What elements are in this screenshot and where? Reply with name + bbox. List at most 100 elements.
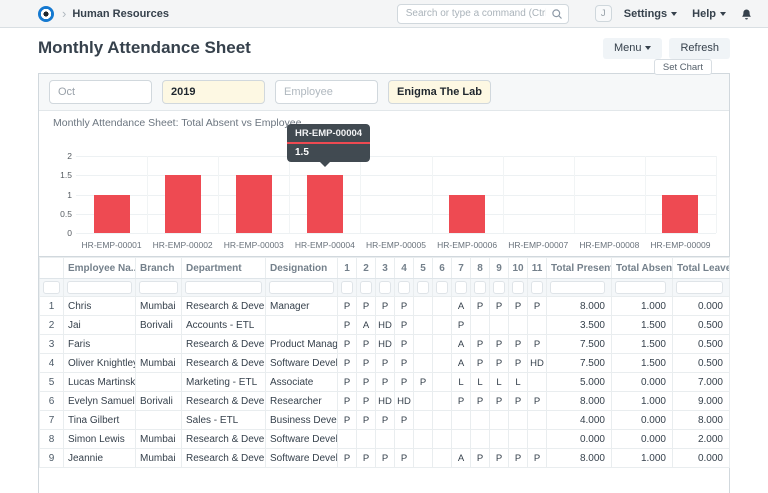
cell-day-status: P <box>395 354 414 373</box>
cell-designation: Manager <box>266 297 338 316</box>
avatar[interactable]: J <box>595 5 612 22</box>
cell-designation: Business Develo... <box>266 411 338 430</box>
cell-branch: Borivali <box>136 392 182 411</box>
cell-day-status <box>338 430 357 449</box>
page-title: Monthly Attendance Sheet <box>38 38 251 58</box>
chart-bar-hr-emp-00001[interactable] <box>94 195 130 234</box>
column-header-total-leaves[interactable]: Total Leaves <box>673 258 730 279</box>
column-header-total-present[interactable]: Total Present <box>547 258 612 279</box>
cell-day-status <box>433 392 452 411</box>
employee-filter-input[interactable] <box>275 80 378 104</box>
chart-gridline-v <box>716 156 717 233</box>
cell-department: Research & Develop... <box>182 430 266 449</box>
set-chart-button[interactable]: Set Chart <box>654 59 712 75</box>
chart-gridline-v <box>218 156 219 233</box>
column-header-day-3[interactable]: 3 <box>376 258 395 279</box>
year-filter-input[interactable] <box>162 80 265 104</box>
cell-employee-name: Faris <box>64 335 136 354</box>
cell-employee-name: Tina Gilbert <box>64 411 136 430</box>
column-header-day-1[interactable]: 1 <box>338 258 357 279</box>
cell-day-status: P <box>490 392 509 411</box>
chart-x-label: HR-EMP-00003 <box>218 240 289 250</box>
column-header-day-4[interactable]: 4 <box>395 258 414 279</box>
column-filter-input[interactable] <box>398 281 410 294</box>
cell-day-status <box>509 430 528 449</box>
chart-x-label: HR-EMP-00004 <box>289 240 360 250</box>
cell-day-status <box>376 430 395 449</box>
column-header-day-10[interactable]: 10 <box>509 258 528 279</box>
column-filter-input[interactable] <box>493 281 505 294</box>
column-header-day-5[interactable]: 5 <box>414 258 433 279</box>
row-index: 5 <box>40 373 64 392</box>
column-header-branch[interactable]: Branch <box>136 258 182 279</box>
cell-day-status: P <box>357 449 376 468</box>
app-logo-icon[interactable] <box>38 6 54 22</box>
chart-gridline-v <box>432 156 433 233</box>
chart-bar-hr-emp-00009[interactable] <box>662 195 698 234</box>
column-filter-input[interactable] <box>417 281 429 294</box>
column-header-employee-name[interactable]: Employee Na... <box>64 258 136 279</box>
notifications-bell-icon[interactable] <box>741 8 752 20</box>
cell-branch: Mumbai <box>136 430 182 449</box>
month-filter-input[interactable] <box>49 80 152 104</box>
company-filter-input[interactable] <box>388 80 491 104</box>
column-filter-input[interactable] <box>139 281 178 294</box>
column-filter-input[interactable] <box>676 281 723 294</box>
column-filter-input[interactable] <box>615 281 666 294</box>
column-filter-input[interactable] <box>360 281 372 294</box>
chart-bar-hr-emp-00004[interactable] <box>307 175 343 233</box>
help-menu[interactable]: Help <box>692 8 726 20</box>
column-filter-input[interactable] <box>185 281 262 294</box>
column-filter-input[interactable] <box>550 281 605 294</box>
filter-cell <box>357 279 376 297</box>
cell-day-status: P <box>471 354 490 373</box>
row-index: 3 <box>40 335 64 354</box>
column-header-day-9[interactable]: 9 <box>490 258 509 279</box>
search-input[interactable] <box>397 4 569 24</box>
chevron-down-icon <box>671 12 677 16</box>
chart-bar-hr-emp-00006[interactable] <box>449 195 485 234</box>
chart-plot-area: 21.510.50HR-EMP-00001HR-EMP-00002HR-EMP-… <box>76 156 716 233</box>
cell-day-status: P <box>528 449 547 468</box>
cell-day-status <box>433 316 452 335</box>
column-header-day-11[interactable]: 11 <box>528 258 547 279</box>
column-filter-input[interactable] <box>474 281 486 294</box>
column-header-day-7[interactable]: 7 <box>452 258 471 279</box>
chart-bar-hr-emp-00002[interactable] <box>165 175 201 233</box>
column-header-day-6[interactable]: 6 <box>433 258 452 279</box>
refresh-button[interactable]: Refresh <box>669 38 730 59</box>
cell-day-status: P <box>338 335 357 354</box>
cell-total-present: 5.000 <box>547 373 612 392</box>
chevron-down-icon <box>720 12 726 16</box>
column-header-day-2[interactable]: 2 <box>357 258 376 279</box>
column-filter-input[interactable] <box>341 281 353 294</box>
column-filter-input[interactable] <box>512 281 524 294</box>
column-header-day-8[interactable]: 8 <box>471 258 490 279</box>
column-header-sl[interactable] <box>40 258 64 279</box>
cell-day-status <box>528 316 547 335</box>
column-filter-input[interactable] <box>455 281 467 294</box>
cell-day-status <box>433 335 452 354</box>
cell-day-status <box>509 316 528 335</box>
cell-total-absent: 1.500 <box>612 354 673 373</box>
cell-day-status: P <box>376 373 395 392</box>
column-filter-input[interactable] <box>379 281 391 294</box>
menu-button[interactable]: Menu <box>603 38 663 59</box>
chart-x-label: HR-EMP-00005 <box>360 240 431 250</box>
filter-cell <box>414 279 433 297</box>
column-filter-input[interactable] <box>436 281 448 294</box>
column-filter-input[interactable] <box>269 281 334 294</box>
cell-department: Accounts - ETL <box>182 316 266 335</box>
column-header-department[interactable]: Department <box>182 258 266 279</box>
settings-menu[interactable]: Settings <box>624 8 677 20</box>
row-index: 2 <box>40 316 64 335</box>
column-filter-input[interactable] <box>43 281 60 294</box>
cell-designation: Researcher <box>266 392 338 411</box>
column-header-total-absent[interactable]: Total Absent <box>612 258 673 279</box>
breadcrumb[interactable]: Human Resources <box>72 8 169 20</box>
column-header-designation[interactable]: Designation <box>266 258 338 279</box>
chart-bar-hr-emp-00003[interactable] <box>236 175 272 233</box>
column-filter-input[interactable] <box>67 281 132 294</box>
cell-total-leaves: 0.500 <box>673 316 730 335</box>
column-filter-input[interactable] <box>531 281 543 294</box>
